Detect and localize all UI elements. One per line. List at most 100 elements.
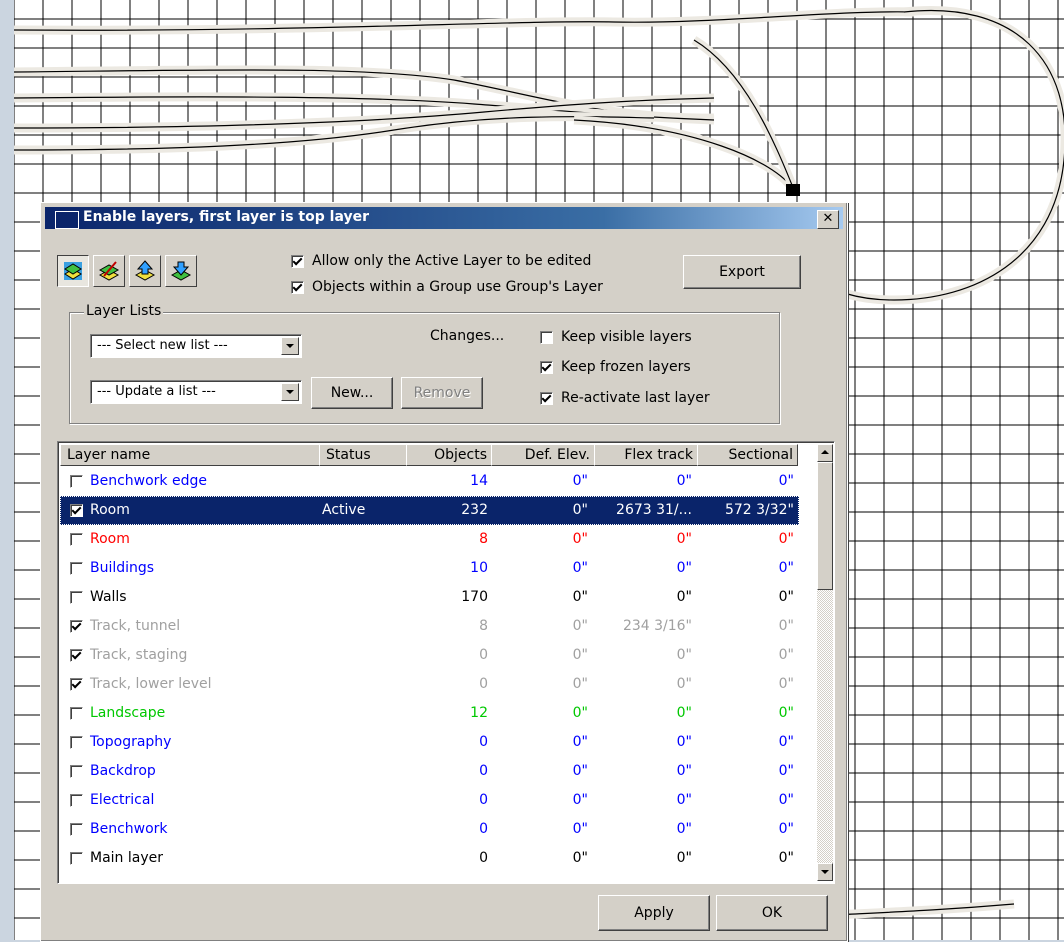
layer-visibility-checkbox[interactable]: [70, 504, 83, 517]
chevron-down-icon[interactable]: [281, 383, 299, 401]
layer-name-cell: Track, tunnel: [90, 618, 181, 634]
table-row[interactable]: Backdrop 0 0" 0" 0": [60, 757, 799, 786]
move-down-button[interactable]: [165, 255, 197, 287]
layer-objects-cell: 0: [479, 734, 488, 750]
allow-active-only-option[interactable]: Allow only the Active Layer to be edited: [291, 253, 591, 269]
layer-def-elev-cell: 0": [572, 763, 588, 779]
layer-def-elev-cell: 0": [572, 589, 588, 605]
layer-visibility-checkbox[interactable]: [70, 649, 83, 662]
layer-table: Layer name Status Objects Def. Elev. Fle…: [57, 441, 835, 884]
layer-name-cell: Buildings: [90, 560, 155, 576]
scroll-thumb[interactable]: [817, 462, 833, 590]
dialog-title: Enable layers, first layer is top layer: [83, 209, 369, 225]
table-row[interactable]: Electrical 0 0" 0" 0": [60, 786, 799, 815]
table-header: Layer name Status Objects Def. Elev. Fle…: [60, 444, 815, 466]
layer-sectional-cell: 0": [778, 821, 794, 837]
layer-visibility-checkbox[interactable]: [70, 562, 83, 575]
scroll-up-button[interactable]: [817, 444, 833, 462]
apply-button[interactable]: Apply: [598, 895, 710, 931]
move-up-button[interactable]: [129, 255, 161, 287]
table-row[interactable]: Main layer 0 0" 0" 0": [60, 844, 799, 873]
reactivate-label: Re-activate last layer: [561, 390, 710, 406]
allow-active-only-label: Allow only the Active Layer to be edited: [312, 253, 592, 269]
select-list-dropdown[interactable]: --- Select new list ---: [90, 334, 302, 358]
table-row[interactable]: Walls 170 0" 0" 0": [60, 583, 799, 612]
layer-visibility-checkbox[interactable]: [70, 852, 83, 865]
layer-name-cell: Room: [90, 531, 130, 547]
table-row[interactable]: Benchwork edge 14 0" 0" 0": [60, 467, 799, 496]
keep-frozen-checkbox[interactable]: [540, 360, 553, 374]
layer-name-cell: Electrical: [90, 792, 155, 808]
layer-visibility-checkbox[interactable]: [70, 765, 83, 778]
layer-visibility-checkbox[interactable]: [70, 620, 83, 633]
layer-flex-track-cell: 0": [676, 792, 692, 808]
layer-flex-track-cell: 0": [676, 531, 692, 547]
layer-visibility-checkbox[interactable]: [70, 736, 83, 749]
column-header-layer-name[interactable]: Layer name: [60, 444, 320, 466]
chevron-down-icon[interactable]: [281, 337, 299, 355]
export-button[interactable]: Export: [683, 255, 801, 289]
keep-visible-option[interactable]: Keep visible layers: [540, 329, 692, 345]
table-row[interactable]: Track, tunnel 8 0" 234 3/16" 0": [60, 612, 799, 641]
layer-sectional-cell: 0": [778, 850, 794, 866]
group-layer-label: Objects within a Group use Group's Layer: [312, 279, 603, 295]
layer-name-cell: Topography: [90, 734, 172, 750]
layer-name-cell: Benchwork edge: [90, 473, 207, 489]
table-row[interactable]: Topography 0 0" 0" 0": [60, 728, 799, 757]
close-button[interactable]: ✕: [817, 210, 839, 229]
keep-frozen-label: Keep frozen layers: [561, 359, 691, 375]
layer-visibility-checkbox[interactable]: [70, 823, 83, 836]
table-row[interactable]: Track, lower level 0 0" 0" 0": [60, 670, 799, 699]
column-header-objects[interactable]: Objects: [406, 444, 492, 466]
layer-flex-track-cell: 0": [676, 676, 692, 692]
select-list-value: --- Select new list ---: [97, 338, 228, 353]
layer-visibility-checkbox[interactable]: [70, 678, 83, 691]
layer-flex-track-cell: 0": [676, 589, 692, 605]
column-header-sectional[interactable]: Sectional: [697, 444, 798, 466]
layers-tool-button[interactable]: [57, 255, 89, 287]
reactivate-option[interactable]: Re-activate last layer: [540, 390, 710, 406]
update-list-value: --- Update a list ---: [97, 384, 216, 399]
layer-visibility-checkbox[interactable]: [70, 475, 83, 488]
layers-icon: [64, 262, 82, 280]
vertical-scrollbar[interactable]: [817, 444, 833, 881]
scroll-down-button[interactable]: [817, 863, 833, 881]
new-list-button[interactable]: New...: [311, 377, 393, 409]
keep-frozen-option[interactable]: Keep frozen layers: [540, 359, 691, 375]
group-layer-option[interactable]: Objects within a Group use Group's Layer: [291, 279, 603, 295]
layer-def-elev-cell: 0": [572, 821, 588, 837]
layer-visibility-checkbox[interactable]: [70, 533, 83, 546]
layer-def-elev-cell: 0": [572, 647, 588, 663]
update-list-dropdown[interactable]: --- Update a list ---: [90, 380, 302, 404]
column-header-status[interactable]: Status: [319, 444, 407, 466]
column-header-def-elev[interactable]: Def. Elev.: [491, 444, 595, 466]
layer-sectional-cell: 0": [778, 734, 794, 750]
move-up-icon: [134, 260, 156, 281]
table-row[interactable]: Benchwork 0 0" 0" 0": [60, 815, 799, 844]
layer-name-cell: Benchwork: [90, 821, 168, 837]
layer-sectional-cell: 0": [778, 792, 794, 808]
group-layer-checkbox[interactable]: [291, 280, 304, 294]
layer-objects-cell: 10: [470, 560, 488, 576]
layer-flex-track-cell: 2673 31/...: [616, 502, 692, 518]
keep-visible-checkbox[interactable]: [540, 330, 553, 344]
dialog-titlebar[interactable]: Enable layers, first layer is top layer …: [45, 207, 843, 229]
column-header-flex-track[interactable]: Flex track: [594, 444, 698, 466]
layer-visibility-checkbox[interactable]: [70, 794, 83, 807]
edit-layer-button[interactable]: [93, 255, 125, 287]
table-row[interactable]: Room Active 232 0" 2673 31/... 572 3/32": [60, 496, 799, 525]
layer-sectional-cell: 0": [778, 676, 794, 692]
reactivate-checkbox[interactable]: [540, 391, 553, 405]
layer-def-elev-cell: 0": [572, 734, 588, 750]
table-row[interactable]: Room 8 0" 0" 0": [60, 525, 799, 554]
ok-button[interactable]: OK: [716, 895, 828, 931]
table-row[interactable]: Track, staging 0 0" 0" 0": [60, 641, 799, 670]
layer-flex-track-cell: 0": [676, 560, 692, 576]
table-row[interactable]: Buildings 10 0" 0" 0": [60, 554, 799, 583]
allow-active-only-checkbox[interactable]: [291, 254, 304, 268]
table-row[interactable]: Landscape 12 0" 0" 0": [60, 699, 799, 728]
layer-flex-track-cell: 0": [676, 473, 692, 489]
layer-objects-cell: 0: [479, 676, 488, 692]
layer-visibility-checkbox[interactable]: [70, 591, 83, 604]
layer-visibility-checkbox[interactable]: [70, 707, 83, 720]
